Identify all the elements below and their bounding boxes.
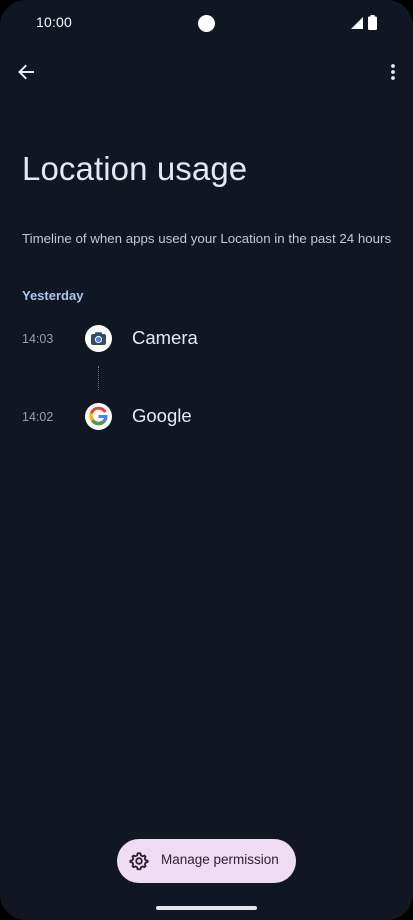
front-camera-cutout xyxy=(198,15,215,32)
timeline-entry-app-name: Google xyxy=(132,405,192,426)
back-button[interactable] xyxy=(10,56,42,88)
timeline-entry-time: 14:02 xyxy=(22,410,54,424)
status-time: 10:00 xyxy=(36,14,73,30)
signal-icon xyxy=(351,17,363,29)
timeline-connector xyxy=(98,366,99,390)
timeline-entry-time: 14:03 xyxy=(22,332,54,346)
timeline-section-header: Yesterday xyxy=(22,288,84,303)
more-options-button[interactable] xyxy=(381,56,405,88)
timeline-entry-camera[interactable]: 14:03 Camera xyxy=(0,318,413,362)
battery-icon xyxy=(368,15,377,30)
timeline-entry-google[interactable]: 14:02 Google xyxy=(0,396,413,440)
manage-permission-button[interactable]: Manage permission xyxy=(117,839,296,883)
top-app-bar xyxy=(0,52,413,92)
gear-icon xyxy=(129,852,149,871)
camera-app-icon xyxy=(85,325,112,352)
more-vertical-icon xyxy=(391,64,395,80)
arrow-left-icon xyxy=(18,64,34,80)
google-app-icon xyxy=(85,403,112,430)
phone-screen: 10:00 Location usage Timeline of when ap… xyxy=(0,0,413,920)
page-description: Timeline of when apps used your Location… xyxy=(22,231,392,246)
home-indicator[interactable] xyxy=(156,906,257,910)
page-title: Location usage xyxy=(22,150,248,187)
timeline-entry-app-name: Camera xyxy=(132,327,198,348)
manage-permission-label: Manage permission xyxy=(161,852,279,867)
status-bar: 10:00 xyxy=(0,0,413,46)
